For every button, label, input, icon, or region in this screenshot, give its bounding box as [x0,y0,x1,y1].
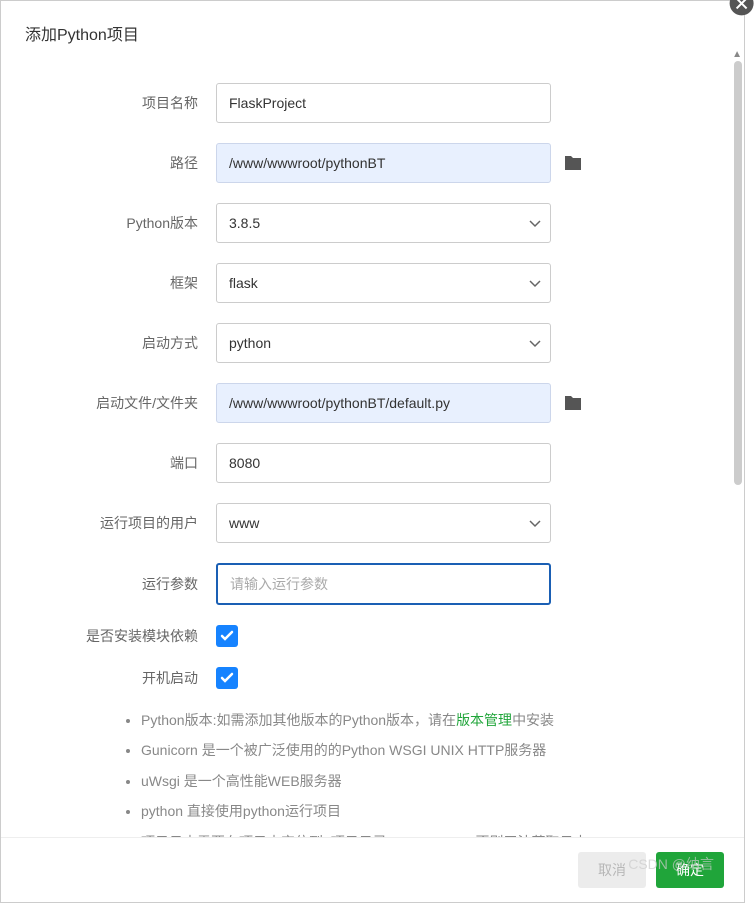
row-auto-start: 开机启动 [41,667,704,689]
scroll-arrow-up[interactable]: ▲ [732,49,742,60]
row-run-user: 运行项目的用户 www [41,503,704,543]
row-start-file: 启动文件/文件夹 [41,383,704,423]
select-start-mode[interactable]: python [216,323,551,363]
label-port: 端口 [41,453,216,473]
row-start-mode: 启动方式 python [41,323,704,363]
label-auto-start: 开机启动 [41,668,216,688]
input-port[interactable] [216,443,551,483]
label-framework: 框架 [41,273,216,293]
folder-icon[interactable] [563,154,583,172]
add-python-project-dialog: 添加Python项目 ▲ 项目名称 路径 Python版本 3.8 [0,0,745,903]
cancel-button[interactable]: 取消 [578,852,646,888]
label-run-user: 运行项目的用户 [41,513,216,533]
row-path: 路径 [41,143,704,183]
row-project-name: 项目名称 [41,83,704,123]
checkbox-install-deps[interactable] [216,625,238,647]
label-run-args: 运行参数 [41,574,216,594]
select-framework[interactable]: flask [216,263,551,303]
input-path[interactable] [216,143,551,183]
row-framework: 框架 flask [41,263,704,303]
input-run-args[interactable] [216,563,551,605]
scrollbar[interactable] [732,61,742,832]
row-port: 端口 [41,443,704,483]
input-project-name[interactable] [216,83,551,123]
version-manage-link[interactable]: 版本管理 [456,712,512,728]
label-path: 路径 [41,153,216,173]
label-project-name: 项目名称 [41,93,216,113]
row-install-deps: 是否安装模块依赖 [41,625,704,647]
note-item: Gunicorn 是一个被广泛使用的的Python WSGI UNIX HTTP… [141,739,704,761]
label-start-mode: 启动方式 [41,333,216,353]
row-run-args: 运行参数 [41,563,704,605]
input-start-file[interactable] [216,383,551,423]
note-item: uWsgi 是一个高性能WEB服务器 [141,770,704,792]
label-start-file: 启动文件/文件夹 [41,393,216,413]
confirm-button[interactable]: 确定 [656,852,724,888]
note-item: python 直接使用python运行项目 [141,800,704,822]
label-install-deps: 是否安装模块依赖 [41,626,216,646]
note-item: Python版本:如需添加其他版本的Python版本，请在版本管理中安装 [141,709,704,731]
select-run-user[interactable]: www [216,503,551,543]
row-python-version: Python版本 3.8.5 [41,203,704,243]
dialog-body: 项目名称 路径 Python版本 3.8.5 [1,63,744,837]
dialog-title: 添加Python项目 [1,1,744,63]
checkbox-auto-start[interactable] [216,667,238,689]
select-python-version[interactable]: 3.8.5 [216,203,551,243]
scrollbar-thumb[interactable] [734,61,742,485]
label-python-version: Python版本 [41,213,216,233]
folder-icon[interactable] [563,394,583,412]
notes-section: Python版本:如需添加其他版本的Python版本，请在版本管理中安装 Gun… [41,709,704,837]
dialog-footer: 取消 确定 [1,837,744,902]
